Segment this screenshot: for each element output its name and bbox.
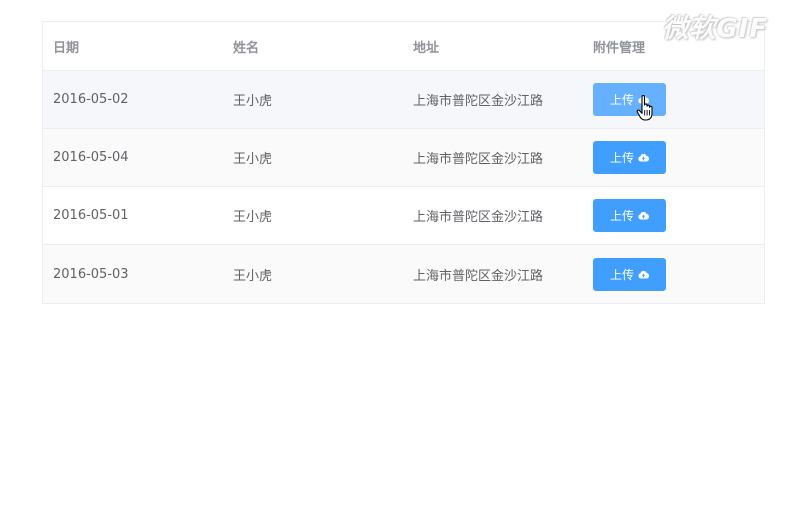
upload-button[interactable]: 上传 — [593, 199, 666, 232]
row-name: 王小虎 — [233, 268, 273, 284]
page: 日期 姓名 地址 附件管理 2016-05-02 王小虎 上海市普陀区金沙江路 … — [0, 0, 786, 528]
table-row[interactable]: 2016-05-03 王小虎 上海市普陀区金沙江路 上传 — [43, 245, 764, 303]
column-header-date[interactable]: 日期 — [53, 22, 79, 70]
cloud-upload-icon — [638, 211, 649, 220]
upload-button[interactable]: 上传 — [593, 257, 666, 291]
upload-button-label: 上传 — [609, 267, 634, 282]
attachments-table: 日期 姓名 地址 附件管理 2016-05-02 王小虎 上海市普陀区金沙江路 … — [42, 21, 765, 304]
row-address: 上海市普陀区金沙江路 — [413, 152, 544, 167]
row-name: 王小虎 — [233, 210, 273, 225]
row-actions: 上传 — [593, 187, 666, 244]
table-row[interactable]: 2016-05-01 王小虎 上海市普陀区金沙江路 上传 — [43, 187, 764, 245]
table-row[interactable]: 2016-05-04 王小虎 上海市普陀区金沙江路 上传 — [43, 129, 764, 187]
row-date: 2016-05-03 — [53, 266, 129, 282]
row-date: 2016-05-04 — [53, 150, 129, 165]
column-header-actions[interactable]: 附件管理 — [593, 22, 645, 70]
upload-button-label: 上传 — [609, 209, 634, 223]
hand-pointer-icon — [636, 94, 658, 122]
upload-button-label: 上传 — [609, 93, 634, 107]
row-name: 王小虎 — [233, 152, 273, 167]
watermark-logo: 微软GIF — [662, 14, 768, 44]
row-date: 2016-05-01 — [53, 208, 129, 223]
row-date: 2016-05-02 — [53, 92, 129, 107]
upload-button[interactable]: 上传 — [593, 141, 666, 174]
row-address: 上海市普陀区金沙江路 — [413, 268, 544, 284]
row-address: 上海市普陀区金沙江路 — [413, 210, 544, 225]
column-header-address[interactable]: 地址 — [413, 22, 439, 70]
row-address: 上海市普陀区金沙江路 — [413, 94, 544, 109]
cloud-upload-icon — [638, 153, 649, 162]
row-name: 王小虎 — [233, 94, 273, 109]
row-actions: 上传 — [593, 129, 666, 186]
column-header-name[interactable]: 姓名 — [233, 22, 259, 70]
row-actions: 上传 — [593, 245, 666, 303]
upload-button-label: 上传 — [609, 151, 634, 165]
table-header: 日期 姓名 地址 附件管理 — [43, 22, 764, 71]
cloud-upload-icon — [638, 270, 649, 279]
